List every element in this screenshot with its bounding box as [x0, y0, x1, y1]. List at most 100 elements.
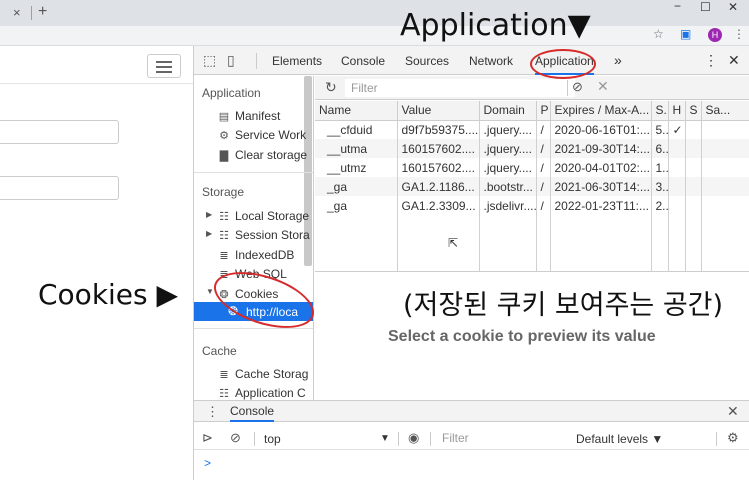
eye-icon[interactable]: ◉	[408, 430, 419, 446]
table-cell	[685, 196, 702, 215]
tab-console[interactable]: Console	[341, 54, 385, 68]
bookmark-star-icon[interactable]: ☆	[653, 27, 664, 41]
toolbar-divider	[254, 432, 255, 446]
collapse-arrow-icon[interactable]: ▼	[206, 287, 214, 296]
table-cell: __utma	[315, 139, 398, 158]
column-header-domain[interactable]: Domain	[479, 101, 537, 121]
clear-all-icon[interactable]: ⊘	[572, 79, 583, 95]
more-tabs-button[interactable]: »	[614, 52, 622, 68]
table-cell: ✓	[668, 120, 686, 139]
table-cell: /	[536, 158, 551, 177]
inspect-element-icon[interactable]: ⬚	[203, 52, 216, 69]
table-cell: 2021-09-30T14:...	[550, 139, 652, 158]
sidebar-item-manifest[interactable]: ▤ Manifest	[218, 109, 281, 123]
column-header-name[interactable]: Name	[315, 101, 398, 121]
device-toolbar-icon[interactable]: ▯	[227, 52, 235, 69]
table-header-row: Name Value Domain P Expires / Max-A... S…	[315, 101, 749, 121]
table-cell	[701, 120, 749, 139]
table-cell: 6..	[651, 139, 669, 158]
column-header-samesite[interactable]: Sa...	[701, 101, 749, 121]
expand-arrow-icon[interactable]: ▶	[206, 210, 212, 219]
page-input-2[interactable]	[0, 176, 119, 200]
table-row[interactable]: __cfduid d9f7b59375.... .jquery..../2020-0…	[315, 120, 749, 139]
tab-elements[interactable]: Elements	[272, 54, 322, 68]
hamburger-menu-button[interactable]	[147, 54, 181, 78]
drawer-tab-console[interactable]: Console	[230, 404, 275, 422]
toolbar-divider	[716, 432, 717, 446]
sidebar-toggle-icon[interactable]: ⊳	[202, 430, 213, 446]
column-header-path[interactable]: P	[536, 101, 551, 121]
sidebar-divider	[194, 328, 313, 329]
sidebar-item-local-storage[interactable]: ☷ Local Storage	[218, 209, 309, 223]
table-cell: /	[536, 120, 551, 139]
devtools-menu-icon[interactable]: ⋮	[704, 52, 718, 69]
table-cell	[668, 196, 686, 215]
table-cell: d9f7b59375....	[397, 120, 480, 139]
column-header-value[interactable]: Value	[397, 101, 480, 121]
table-cell: 5..	[651, 120, 669, 139]
table-row[interactable]: __utmz 160157602.... .jquery..../2020-04-0…	[315, 158, 749, 177]
sidebar-item-label: IndexedDB	[235, 248, 295, 262]
table-cell: 2..	[651, 196, 669, 215]
refresh-icon[interactable]: ↻	[325, 79, 337, 96]
page-input-1[interactable]	[0, 120, 119, 144]
toolbar-divider	[430, 432, 431, 446]
cookie-filter-input[interactable]: Filter	[345, 79, 575, 97]
new-tab-button[interactable]: +	[38, 3, 47, 21]
table-row[interactable]: __utma 160157602.... .jquery..../2021-09-3…	[315, 139, 749, 158]
drawer-menu-icon[interactable]: ⋮	[206, 404, 219, 420]
sidebar-item-cache-storage[interactable]: ≣ Cache Storag	[218, 367, 308, 381]
sidebar-item-service-workers[interactable]: ⚙ Service Work	[218, 128, 306, 142]
extension-icon[interactable]: ▣	[680, 27, 691, 41]
browser-menu-icon[interactable]: ⋮	[733, 27, 745, 41]
devtools-close-button[interactable]: ✕	[728, 52, 740, 69]
sidebar-item-label: Session Stora	[235, 228, 310, 242]
column-header-size[interactable]: S.	[651, 101, 669, 121]
context-selector[interactable]: top	[264, 432, 281, 446]
sidebar-section-cache: Cache	[202, 344, 237, 358]
clear-console-icon[interactable]: ⊘	[230, 430, 241, 446]
maximize-button[interactable]: ☐	[700, 0, 711, 14]
sidebar-item-application-cache[interactable]: ☷ Application C	[218, 386, 306, 400]
table-cell: .jquery....	[479, 158, 537, 177]
tab-network[interactable]: Network	[469, 54, 513, 68]
column-header-secure[interactable]: S	[685, 101, 702, 121]
table-cell: 1..	[651, 158, 669, 177]
console-prompt[interactable]: >	[204, 456, 211, 470]
sidebar-item-indexeddb[interactable]: ≣ IndexedDB	[218, 248, 294, 262]
table-cell: _ga	[315, 177, 398, 196]
table-cell: /	[536, 177, 551, 196]
browser-tab-strip: × + − ☐ ✕	[0, 0, 749, 26]
window-close-button[interactable]: ✕	[728, 0, 738, 14]
table-row[interactable]: _ga GA1.2.1186... .bootstr.../2021-06-30T1…	[315, 177, 749, 196]
column-header-httponly[interactable]: H	[668, 101, 686, 121]
minimize-button[interactable]: −	[674, 0, 681, 13]
table-cell: GA1.2.1186...	[397, 177, 480, 196]
log-levels-dropdown[interactable]: Default levels ▼	[576, 432, 663, 446]
settings-gear-icon[interactable]: ⚙	[727, 430, 739, 446]
context-dropdown-icon[interactable]: ▼	[380, 433, 390, 444]
console-filter-input[interactable]: Filter	[438, 429, 568, 447]
drawer-close-button[interactable]: ✕	[727, 403, 739, 420]
table-row[interactable]: _ga GA1.2.3309... .jsdelivr..../2022-01-23…	[315, 196, 749, 215]
delete-selected-icon[interactable]: ✕	[597, 78, 609, 95]
sidebar-divider	[194, 172, 313, 173]
table-cell	[685, 120, 702, 139]
column-header-expires[interactable]: Expires / Max-A...	[550, 101, 652, 121]
annotation-cookies: Cookies ▶	[38, 278, 179, 311]
table-cell: 2020-04-01T02:...	[550, 158, 652, 177]
sidebar-item-session-storage[interactable]: ☷ Session Stora	[218, 228, 310, 242]
highlight-application-tab-circle	[530, 49, 596, 79]
sidebar-item-clear-storage[interactable]: ▇ Clear storage	[218, 148, 307, 162]
tab-sources[interactable]: Sources	[405, 54, 449, 68]
console-toolbar: ⊳ ⊘ top ▼ ◉ Filter Default levels ▼ ⚙	[194, 428, 749, 450]
expand-arrow-icon[interactable]: ▶	[206, 229, 212, 238]
table-cell: 2022-01-23T11:...	[550, 196, 652, 215]
tab-close-icon[interactable]: ×	[13, 5, 21, 20]
manifest-icon: ▤	[218, 111, 230, 123]
table-cell: 2021-06-30T14:...	[550, 177, 652, 196]
sidebar-item-label: Manifest	[235, 109, 281, 123]
profile-avatar[interactable]: H	[708, 28, 722, 42]
table-cell	[685, 177, 702, 196]
address-bar: ☆ ▣ H ⋮	[0, 26, 749, 46]
